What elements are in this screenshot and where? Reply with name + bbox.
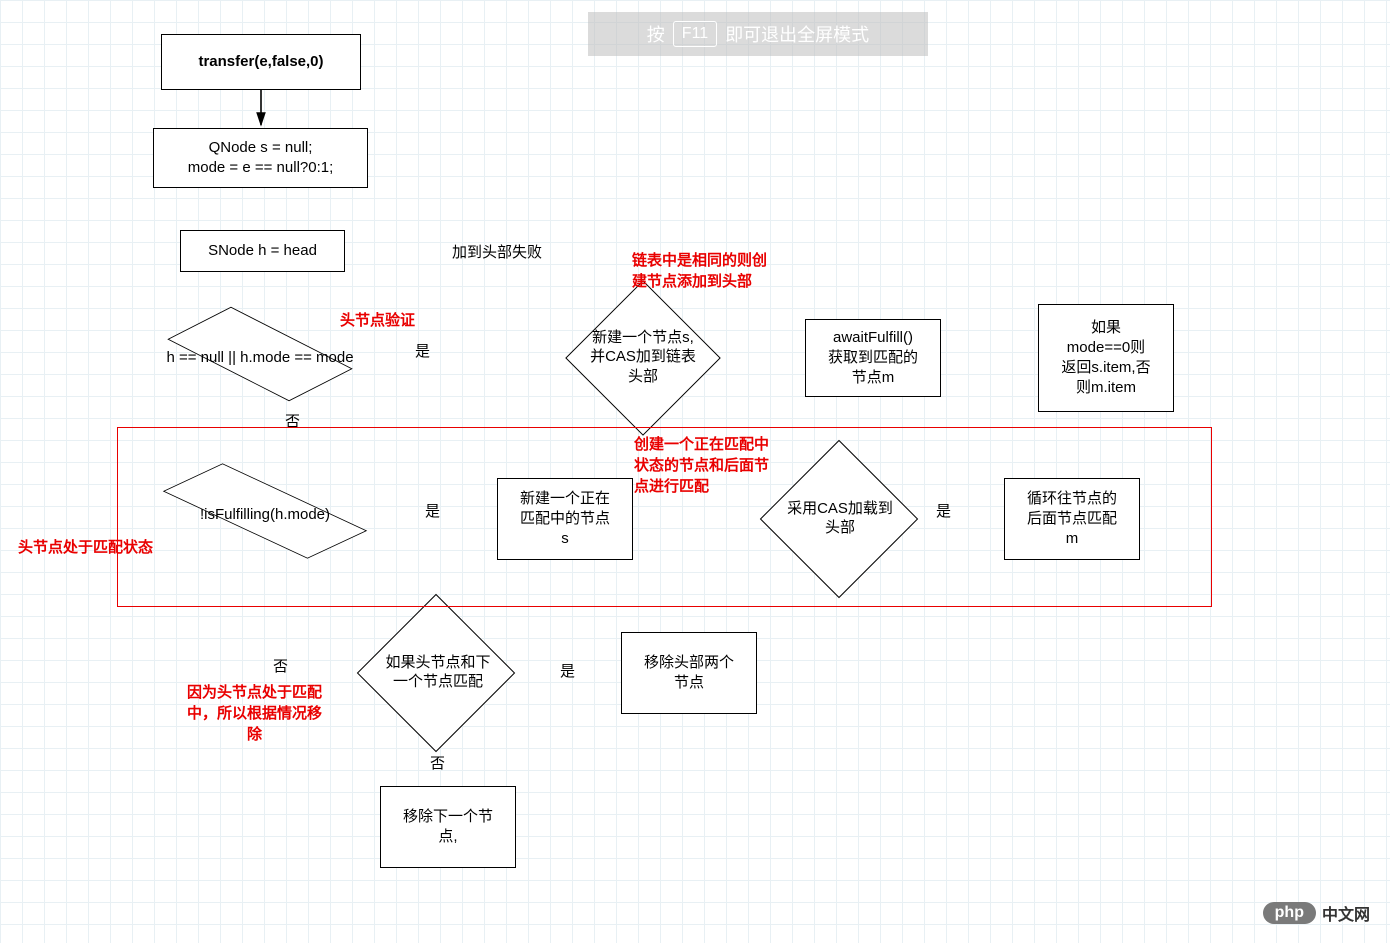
node-snode: SNode h = head <box>180 230 345 272</box>
watermark: php 中文网 <box>1263 901 1370 925</box>
red-group-box <box>117 427 1212 607</box>
node-result: 如果 mode==0则 返回s.item,否 则m.item <box>1038 304 1174 412</box>
diamond-casnew <box>565 280 721 436</box>
node-awaitfulfill: awaitFulfill() 获取到匹配的 节点m <box>805 319 941 397</box>
diamond-hnull <box>167 307 352 402</box>
overlay-key: F11 <box>673 21 717 47</box>
overlay-pre: 按 <box>647 21 665 47</box>
watermark-text: 中文网 <box>1322 901 1370 925</box>
node-removenext: 移除下一个节 点, <box>380 786 516 868</box>
php-badge: php <box>1263 902 1316 924</box>
label-addheadfail: 加到头部失败 <box>452 241 542 262</box>
label-yes-4: 是 <box>560 660 575 681</box>
anno-head-verify: 头节点验证 <box>340 310 415 331</box>
label-no-3: 否 <box>430 752 445 773</box>
anno-same-head: 链表中是相同的则创 建节点添加到头部 <box>632 250 767 292</box>
anno-because: 因为头节点处于匹配 中，所以根据情况移 除 <box>187 682 322 745</box>
connectors <box>0 0 300 150</box>
label-no-2: 否 <box>273 655 288 676</box>
overlay-post: 即可退出全屏模式 <box>725 21 869 47</box>
diamond-headnext <box>357 594 515 752</box>
node-removetwo: 移除头部两个 节点 <box>621 632 757 714</box>
label-yes-1: 是 <box>415 340 430 361</box>
fullscreen-hint: 按 F11 即可退出全屏模式 <box>588 12 928 56</box>
